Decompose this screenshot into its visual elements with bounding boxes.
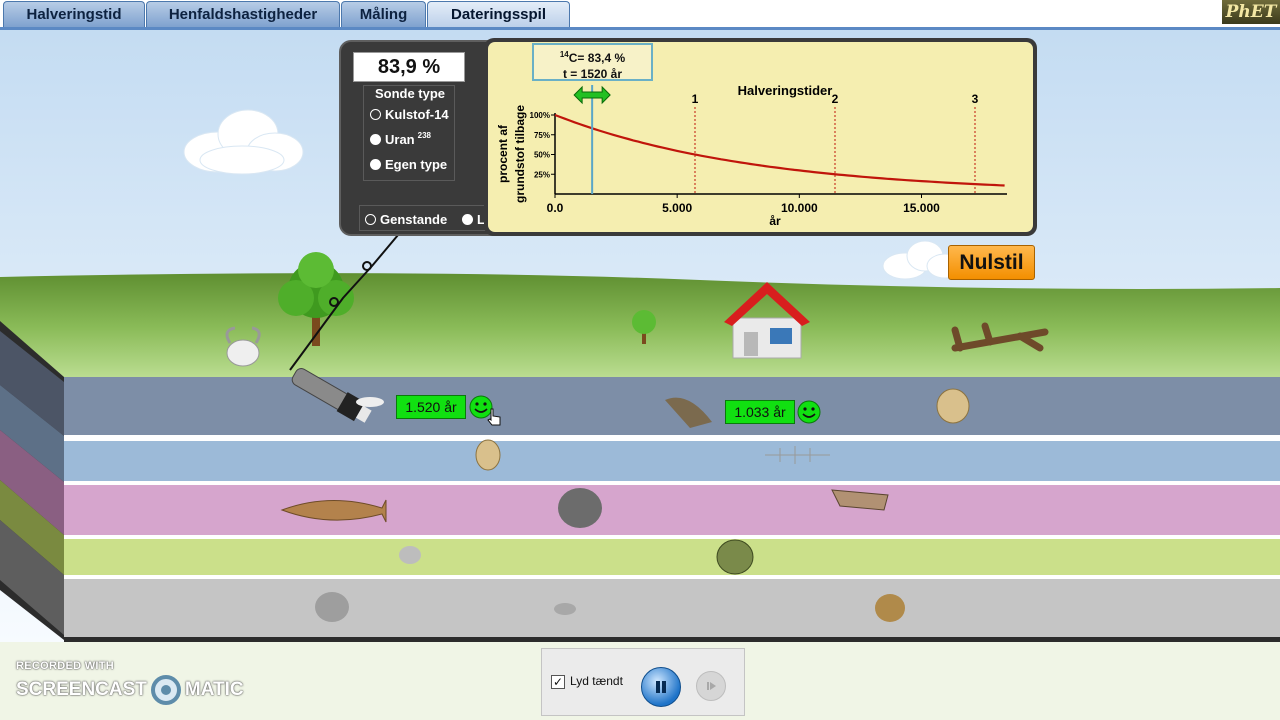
radio-button-icon[interactable] bbox=[370, 133, 381, 145]
radio-button-icon[interactable] bbox=[462, 213, 473, 225]
tab-henfaldshastigheder[interactable]: Henfaldshastigheder bbox=[146, 1, 340, 27]
pebble-icon bbox=[554, 603, 576, 615]
tab-maaling[interactable]: Måling bbox=[341, 1, 426, 27]
trilobite-icon bbox=[716, 539, 754, 575]
x-axis-label: år bbox=[769, 214, 781, 228]
y-axis-label-1: procent af bbox=[496, 124, 510, 183]
probe-type-title: Sonde type bbox=[374, 86, 446, 101]
screencast-logo-icon bbox=[150, 675, 181, 705]
decay-curve bbox=[554, 113, 1005, 187]
tab-dateringsspil[interactable]: Dateringsspil bbox=[427, 1, 570, 27]
bone-icon bbox=[356, 397, 384, 407]
bottom-bar: RECORDED WITH SCREENCAST MATIC ✓ Lyd tæn… bbox=[0, 642, 1280, 720]
radio-kulstof-14[interactable]: Kulstof-14 bbox=[370, 104, 449, 124]
y-tick-label: 100% bbox=[530, 111, 550, 120]
graph-cursor-readout: 14C= 83,4 % t = 1520 år bbox=[532, 43, 653, 81]
brown-rock-icon bbox=[875, 594, 905, 622]
age-label-2: 1.033 år bbox=[725, 400, 795, 424]
y-axis-label-2: grundstof tilbage bbox=[513, 105, 527, 203]
probe-reading: 83,9 % bbox=[353, 52, 465, 82]
pause-button[interactable] bbox=[641, 667, 681, 707]
reset-button[interactable]: Nulstil bbox=[948, 245, 1035, 280]
playback-controls: ✓ Lyd tændt bbox=[541, 648, 745, 716]
smiley-icon-2 bbox=[797, 400, 821, 424]
hand-cursor-icon bbox=[487, 408, 501, 426]
step-forward-icon bbox=[707, 682, 716, 690]
radio-button-icon[interactable] bbox=[370, 108, 381, 120]
y-tick-label: 50% bbox=[534, 151, 550, 160]
phet-logo[interactable]: PhET bbox=[1222, 0, 1280, 24]
radio-button-icon[interactable] bbox=[365, 213, 376, 225]
gray-rock-icon bbox=[315, 592, 349, 622]
sound-checkbox[interactable]: ✓ bbox=[551, 675, 565, 689]
radio-button-icon[interactable] bbox=[370, 158, 381, 170]
step-button[interactable] bbox=[696, 671, 726, 701]
human-skull-icon bbox=[936, 388, 970, 424]
age-label-1: 1.520 år bbox=[396, 395, 466, 419]
dating-game-scene: 83,9 % Sonde type Kulstof-14 Uran 238 Ege… bbox=[0, 30, 1280, 642]
tab-halveringstid[interactable]: Halveringstid bbox=[3, 1, 145, 27]
y-tick-label: 75% bbox=[534, 131, 550, 140]
x-tick-label: 15.000 bbox=[903, 201, 940, 215]
rock-icon bbox=[558, 488, 602, 528]
probe-type-group: Sonde type Kulstof-14 Uran 238 Egen type bbox=[363, 85, 455, 181]
small-rock-icon bbox=[399, 546, 421, 564]
x-tick-label: 10.000 bbox=[781, 201, 818, 215]
radio-egen-type[interactable]: Egen type bbox=[370, 154, 447, 174]
half-life-label: 2 bbox=[832, 92, 839, 106]
human-skull-icon-2 bbox=[475, 439, 501, 471]
x-tick-label: 0.0 bbox=[547, 201, 564, 215]
chart-title: Halveringstider bbox=[738, 83, 833, 98]
sound-label: Lyd tændt bbox=[570, 674, 623, 688]
half-life-label: 1 bbox=[692, 92, 699, 106]
tab-bar: Halveringstid Henfaldshastigheder Måling… bbox=[0, 0, 1280, 30]
y-tick-label: 25% bbox=[534, 170, 550, 179]
x-tick-label: 5.000 bbox=[662, 201, 692, 215]
screencast-watermark: RECORDED WITH SCREENCAST MATIC bbox=[16, 660, 244, 705]
pause-icon bbox=[656, 681, 666, 693]
half-life-label: 3 bbox=[972, 92, 979, 106]
radio-genstande[interactable]: Genstande bbox=[365, 209, 447, 229]
radio-uran[interactable]: Uran 238 bbox=[370, 129, 431, 149]
